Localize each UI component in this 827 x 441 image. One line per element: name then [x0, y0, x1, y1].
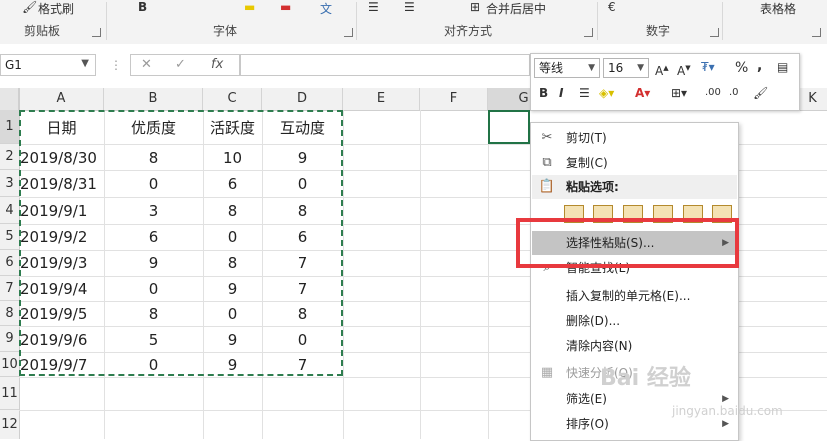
- font-name-select[interactable]: 等线 ▼: [534, 58, 600, 78]
- column-header-c[interactable]: C: [203, 88, 262, 110]
- currency-icon[interactable]: €: [608, 0, 616, 14]
- scissors-icon: ✂: [541, 130, 553, 145]
- font-launcher-icon[interactable]: [344, 28, 353, 37]
- clipboard-icon: 📋: [538, 179, 556, 194]
- name-box-value: G1: [5, 58, 22, 72]
- insert-function-icon[interactable]: fx: [211, 57, 223, 72]
- group-alignment-label: 对齐方式: [444, 24, 493, 38]
- table-icon[interactable]: ▤: [777, 59, 788, 75]
- alignment-launcher-icon[interactable]: [584, 28, 593, 37]
- italic-icon[interactable]: I: [559, 85, 563, 101]
- phonetic-icon[interactable]: 文: [320, 0, 332, 17]
- name-box[interactable]: G1 ▼: [0, 54, 96, 76]
- watermark-url: jingyan.baidu.com: [672, 404, 783, 418]
- watermark-logo: Bai 经验: [600, 366, 691, 391]
- gridline: [420, 110, 421, 439]
- quick-analysis-icon: ▦: [540, 365, 554, 380]
- group-number-label: 数字: [646, 24, 671, 38]
- menu-item-cut[interactable]: ✂ 剪切(T): [532, 126, 737, 150]
- row-header[interactable]: 7: [0, 276, 19, 301]
- percent-button[interactable]: %: [735, 60, 748, 76]
- row-header[interactable]: 5: [0, 224, 19, 250]
- row-header[interactable]: 2: [0, 144, 19, 170]
- bold-icon[interactable]: B: [138, 0, 147, 14]
- borders-icon[interactable]: ⊞▾: [671, 85, 687, 101]
- align-center-icon[interactable]: ☰: [404, 0, 415, 14]
- comma-button[interactable]: ,: [757, 58, 762, 74]
- group-clipboard-label: 剪贴板: [24, 24, 61, 38]
- ribbon: 🖌 格式刷 B ▬ ▬ 文 ☰ ☰ ⊞ 合并后居中 € 表格格 剪贴板 字体 对…: [0, 0, 827, 45]
- row-header[interactable]: 3: [0, 170, 19, 197]
- font-size-select[interactable]: 16 ▼: [603, 58, 649, 78]
- decrease-font-icon[interactable]: A▼: [677, 60, 691, 79]
- gridline: [343, 110, 344, 439]
- chevron-down-icon[interactable]: ▼: [588, 59, 595, 77]
- formula-buttons: ✕ ✓ fx: [130, 54, 240, 76]
- font-color-icon[interactable]: A▾: [635, 85, 650, 101]
- menu-item-clear-contents[interactable]: 清除内容(N): [532, 334, 737, 358]
- row-header[interactable]: 8: [0, 301, 19, 326]
- highlight-callout: [516, 218, 739, 268]
- row-header[interactable]: 10: [0, 352, 19, 377]
- cancel-icon[interactable]: ✕: [141, 57, 152, 72]
- group-font-label: 字体: [213, 24, 238, 38]
- format-painter-icon[interactable]: 🖌: [753, 85, 768, 101]
- currency-format-icon[interactable]: ₮▾: [701, 59, 715, 75]
- column-header-e[interactable]: E: [343, 88, 420, 110]
- align-center-icon[interactable]: ☰: [579, 85, 590, 101]
- row-header[interactable]: 6: [0, 250, 19, 276]
- row-header[interactable]: 9: [0, 326, 19, 352]
- format-painter-button[interactable]: 格式刷: [38, 0, 74, 17]
- select-all-button[interactable]: [0, 88, 19, 110]
- font-size-value: 16: [608, 61, 624, 75]
- column-header-a[interactable]: A: [19, 88, 104, 110]
- fill-color-icon[interactable]: ▬: [244, 0, 255, 14]
- copy-marquee: [19, 110, 343, 376]
- styles-launcher-icon[interactable]: [812, 28, 821, 37]
- group-separator: [356, 2, 357, 40]
- menu-paste-options-header: 📋 粘贴选项:: [532, 175, 737, 199]
- font-name-value: 等线: [539, 61, 564, 75]
- gridline: [488, 110, 489, 439]
- menu-item-delete[interactable]: 删除(D)...: [532, 309, 737, 333]
- active-cell-g1[interactable]: [488, 110, 530, 144]
- merge-center-icon[interactable]: ⊞: [470, 0, 480, 14]
- menu-item-copy[interactable]: ⧉ 复制(C): [532, 151, 737, 175]
- chevron-down-icon[interactable]: ▼: [81, 58, 89, 69]
- bold-icon[interactable]: B: [539, 85, 548, 101]
- formula-bar-handle-icon[interactable]: ⋮: [110, 58, 122, 72]
- copy-icon: ⧉: [542, 155, 552, 170]
- column-header-f[interactable]: F: [420, 88, 488, 110]
- fill-color-icon[interactable]: ◈▾: [599, 85, 614, 101]
- format-painter-icon[interactable]: 🖌: [22, 0, 37, 14]
- merge-center-button[interactable]: 合并后居中: [486, 0, 546, 17]
- increase-font-icon[interactable]: A▲: [655, 60, 669, 79]
- menu-item-insert-copied[interactable]: 插入复制的单元格(E)...: [532, 284, 737, 308]
- group-separator: [722, 2, 723, 40]
- row-header[interactable]: 12: [0, 410, 19, 439]
- formula-input[interactable]: [240, 54, 530, 76]
- chevron-down-icon[interactable]: ▼: [637, 59, 644, 77]
- align-icon[interactable]: ☰: [368, 0, 379, 14]
- column-header-d[interactable]: D: [262, 88, 343, 110]
- row-header[interactable]: 1: [0, 110, 19, 144]
- font-color-icon[interactable]: ▬: [280, 0, 291, 14]
- table-format-button[interactable]: 表格格: [760, 0, 796, 17]
- confirm-icon[interactable]: ✓: [175, 57, 186, 72]
- column-header-k[interactable]: K: [798, 88, 827, 110]
- group-separator: [597, 2, 598, 40]
- decrease-decimal-icon[interactable]: .0: [729, 85, 739, 101]
- clipboard-launcher-icon[interactable]: [92, 28, 101, 37]
- row-header[interactable]: 11: [0, 377, 19, 410]
- group-separator: [106, 2, 107, 40]
- row-header[interactable]: 4: [0, 197, 19, 224]
- context-menu: ✂ 剪切(T) ⧉ 复制(C) 📋 粘贴选项: 选择性粘贴(S)... ▶ ⌕ …: [530, 122, 739, 441]
- column-header-b[interactable]: B: [104, 88, 203, 110]
- number-launcher-icon[interactable]: [710, 28, 719, 37]
- increase-decimal-icon[interactable]: .00: [705, 85, 721, 101]
- mini-toolbar: 等线 ▼ 16 ▼ A▲ A▼ ₮▾ % , ▤ B I ☰ ◈▾ A▾ ⊞▾ …: [530, 53, 800, 111]
